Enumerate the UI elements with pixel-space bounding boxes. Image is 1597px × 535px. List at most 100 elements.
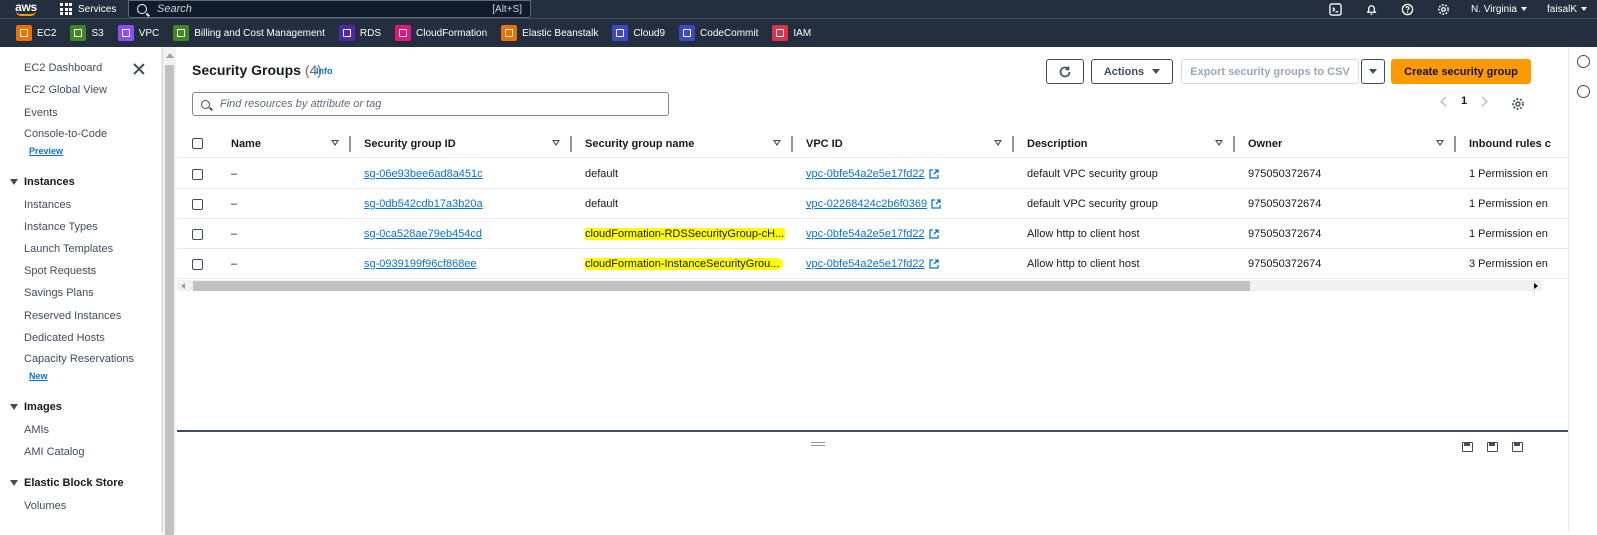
sidebar-item-capacity-reservations[interactable]: Capacity Reservations <box>24 353 134 365</box>
row-checkbox[interactable] <box>192 169 203 180</box>
row-checkbox[interactable] <box>192 229 203 240</box>
preview-badge[interactable]: Preview <box>29 146 63 156</box>
resource-filter-input[interactable]: Find resources by attribute or tag <box>192 92 669 116</box>
previous-page-icon[interactable] <box>1440 96 1451 106</box>
horizontal-scrollbar[interactable] <box>177 280 1542 291</box>
sort-icon[interactable] <box>773 140 781 146</box>
split-full-icon[interactable] <box>1512 442 1523 452</box>
sidebar-item-ec2-global-view[interactable]: EC2 Global View <box>24 84 107 96</box>
table-row[interactable]: – sg-06e93bee6ad8a451c default vpc-0bfe54a2… <box>177 159 1568 189</box>
sidebar-item-savings-plans[interactable]: Savings Plans <box>24 287 94 299</box>
external-link-icon[interactable] <box>931 199 941 209</box>
favorite-rds[interactable]: RDS <box>338 25 381 41</box>
sort-icon[interactable] <box>552 140 560 146</box>
current-page-number[interactable]: 1 <box>1461 95 1467 107</box>
sidebar-item-launch-templates[interactable]: Launch Templates <box>24 243 113 255</box>
scroll-up-arrow-icon[interactable] <box>166 53 174 58</box>
row-checkbox[interactable] <box>192 199 203 210</box>
tutorial-panel-icon[interactable] <box>1577 85 1590 98</box>
security-group-id-link[interactable]: sg-06e93bee6ad8a451c <box>364 168 483 180</box>
favorite-vpc[interactable]: VPC <box>117 25 159 41</box>
actions-button[interactable]: Actions <box>1091 59 1173 84</box>
scrollbar-thumb[interactable] <box>165 65 174 535</box>
table-row[interactable]: – sg-0db542cdb17a3b20a default vpc-02268424… <box>177 189 1568 219</box>
column-divider[interactable] <box>1233 136 1235 152</box>
security-group-id-link[interactable]: sg-0ca528ae79eb454cd <box>364 228 482 240</box>
table-row[interactable]: – sg-0939199f96cf868ee cloudFormation-Inst… <box>177 249 1568 279</box>
sidebar-item-instance-types[interactable]: Instance Types <box>24 221 98 233</box>
sidebar-item-console-to-code[interactable]: Console-to-Code <box>24 128 107 140</box>
cloudshell-icon[interactable] <box>1328 2 1342 16</box>
sort-icon[interactable] <box>331 140 339 146</box>
info-panel-icon[interactable] <box>1577 55 1590 68</box>
sidebar-item-ec2-dashboard[interactable]: EC2 Dashboard <box>24 62 102 74</box>
split-side-icon[interactable] <box>1487 442 1498 452</box>
security-group-id-link[interactable]: sg-0939199f96cf868ee <box>364 258 477 270</box>
sort-icon[interactable] <box>1215 140 1223 146</box>
close-icon[interactable] <box>133 62 145 76</box>
favorite-iam[interactable]: IAM <box>772 25 811 41</box>
sidebar-item-volumes[interactable]: Volumes <box>24 500 66 512</box>
external-link-icon[interactable] <box>929 229 939 239</box>
sidebar-item-ami-catalog[interactable]: AMI Catalog <box>24 446 85 458</box>
resize-handle-icon[interactable] <box>811 442 825 446</box>
column-divider[interactable] <box>1454 136 1456 152</box>
favorite-cloudformation[interactable]: CloudFormation <box>395 25 487 41</box>
services-menu-button[interactable]: Services <box>60 0 116 18</box>
global-search-input[interactable]: Search [Alt+S] <box>128 0 531 18</box>
sort-icon[interactable] <box>1436 140 1444 146</box>
refresh-button[interactable] <box>1046 59 1084 84</box>
region-selector[interactable]: N. Virginia <box>1471 4 1527 15</box>
scrollbar-thumb[interactable] <box>193 281 1250 291</box>
table-row[interactable]: – sg-0ca528ae79eb454cd cloudFormation-RDSS… <box>177 219 1568 249</box>
column-header-inbound-rules[interactable]: Inbound rules c <box>1469 130 1568 158</box>
new-badge[interactable]: New <box>29 371 48 381</box>
column-header-description[interactable]: Description <box>1027 130 1088 158</box>
column-header-vpc-id[interactable]: VPC ID <box>806 130 843 158</box>
favorite-billing-and-cost-management[interactable]: Billing and Cost Management <box>173 25 325 41</box>
favorite-cloud9[interactable]: Cloud9 <box>612 25 665 41</box>
sidebar-item-amis[interactable]: AMIs <box>24 424 49 436</box>
preferences-gear-icon[interactable] <box>1511 97 1525 111</box>
aws-logo[interactable]: aws <box>8 0 44 18</box>
sidebar-item-dedicated-hosts[interactable]: Dedicated Hosts <box>24 332 105 344</box>
info-link[interactable]: Info <box>316 66 333 76</box>
vpc-id-link[interactable]: vpc-0bfe54a2e5e17fd22 <box>806 168 925 180</box>
vpc-id-link[interactable]: vpc-0bfe54a2e5e17fd22 <box>806 228 925 240</box>
next-page-icon[interactable] <box>1477 96 1488 106</box>
sidebar-item-reserved-instances[interactable]: Reserved Instances <box>24 310 121 322</box>
favorite-codecommit[interactable]: CodeCommit <box>679 25 758 41</box>
vpc-id-link[interactable]: vpc-0bfe54a2e5e17fd22 <box>806 258 925 270</box>
column-divider[interactable] <box>349 136 351 152</box>
sidebar-section-instances[interactable]: Instances <box>10 176 75 188</box>
sidebar-item-spot-requests[interactable]: Spot Requests <box>24 265 96 277</box>
notifications-bell-icon[interactable] <box>1364 2 1378 16</box>
favorite-s3[interactable]: S3 <box>70 25 104 41</box>
sidebar-scrollbar[interactable] <box>162 47 176 535</box>
vpc-id-link[interactable]: vpc-02268424c2b6f0369 <box>806 198 927 210</box>
row-checkbox[interactable] <box>192 259 203 270</box>
create-security-group-button[interactable]: Create security group <box>1391 59 1531 84</box>
sidebar-item-events[interactable]: Events <box>24 107 58 119</box>
column-header-owner[interactable]: Owner <box>1248 130 1282 158</box>
external-link-icon[interactable] <box>929 169 939 179</box>
column-header-security-group-id[interactable]: Security group ID <box>364 130 456 158</box>
export-csv-button[interactable]: Export security groups to CSV <box>1181 59 1359 84</box>
sidebar-item-instances[interactable]: Instances <box>24 199 71 211</box>
security-group-id-link[interactable]: sg-0db542cdb17a3b20a <box>364 198 483 210</box>
sidebar-section-elastic-block-store[interactable]: Elastic Block Store <box>10 477 124 489</box>
select-all-checkbox[interactable] <box>192 138 203 149</box>
export-dropdown-button[interactable] <box>1361 59 1385 84</box>
scroll-right-arrow-icon[interactable] <box>1534 283 1538 289</box>
external-link-icon[interactable] <box>929 259 939 269</box>
favorite-elastic-beanstalk[interactable]: Elastic Beanstalk <box>501 25 598 41</box>
sidebar-section-images[interactable]: Images <box>10 401 62 413</box>
column-divider[interactable] <box>570 136 572 152</box>
scroll-left-arrow-icon[interactable] <box>181 283 185 289</box>
column-divider[interactable] <box>1012 136 1014 152</box>
settings-gear-icon[interactable] <box>1436 2 1450 16</box>
column-divider[interactable] <box>791 136 793 152</box>
favorite-ec2[interactable]: EC2 <box>16 25 56 41</box>
column-header-name[interactable]: Name <box>231 130 261 158</box>
account-menu[interactable]: faisalK <box>1547 4 1587 15</box>
